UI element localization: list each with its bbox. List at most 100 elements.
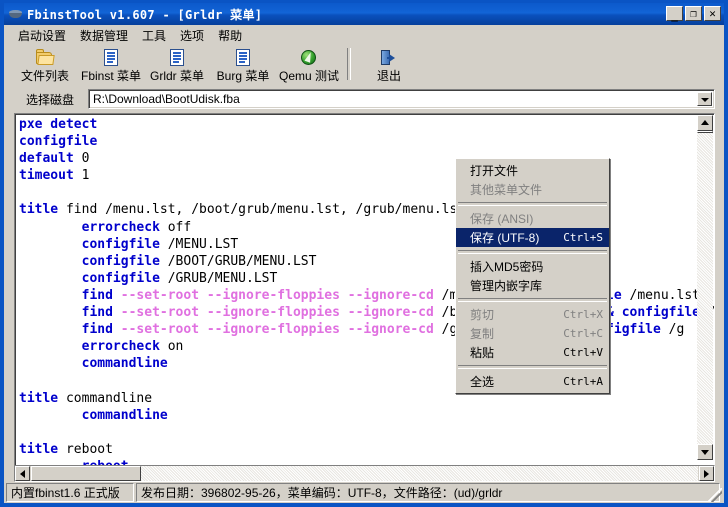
- toolbar-button-fbinst-menu[interactable]: Fbinst 菜单: [78, 46, 144, 84]
- editor-token: [19, 408, 82, 423]
- editor-vertical-scrollbar[interactable]: [697, 115, 713, 460]
- disk-select-row: 选择磁盘 R:\Download\BootUdisk.fba: [4, 86, 724, 112]
- vertical-scroll-thumb[interactable]: [697, 131, 713, 133]
- toolbar-label-exit: 退出: [376, 69, 401, 83]
- editor-token: [19, 237, 82, 252]
- toolbar-label-qemu-test: Qemu 测试: [278, 69, 339, 83]
- window-title: FbinstTool v1.607 - [Grldr 菜单]: [27, 7, 263, 22]
- editor-token: [19, 305, 82, 320]
- toolbar-button-file-list[interactable]: 文件列表: [12, 46, 78, 84]
- status-version-cell: 内置fbinst1.6 正式版: [6, 483, 134, 502]
- editor-token: commandline: [81, 407, 168, 423]
- editor-token: default: [19, 151, 74, 167]
- context-menu-item[interactable]: 打开文件: [456, 161, 609, 180]
- editor-token: timeout: [19, 168, 74, 184]
- toolbar-separator: [347, 48, 351, 80]
- menu-item-options[interactable]: 选项: [173, 25, 211, 46]
- editor-line: errorcheck off: [19, 219, 714, 236]
- maximize-icon: ❐: [690, 7, 697, 20]
- context-menu-separator: [458, 365, 607, 369]
- context-menu-item[interactable]: 粘贴 Ctrl+V: [456, 343, 609, 362]
- toolbar-button-exit[interactable]: 退出: [356, 46, 422, 84]
- editor-token: title: [19, 390, 59, 406]
- editor-token: find: [81, 287, 113, 303]
- editor-token: --set-root --ignore-floppies --ignore-cd: [112, 322, 442, 338]
- vertical-scroll-track[interactable]: [697, 131, 713, 444]
- editor-code-content[interactable]: pxe detect configfile default 0 timeout 1 t…: [19, 116, 714, 475]
- status-version-text: 内置fbinst1.6 正式版: [11, 486, 120, 500]
- editor-token: --set-root --ignore-floppies --ignore-cd: [112, 287, 442, 303]
- context-menu-item-label: 管理内嵌字库: [470, 279, 543, 293]
- maximize-button[interactable]: ❐: [685, 6, 702, 21]
- toolbar-label-file-list: 文件列表: [20, 69, 69, 83]
- editor-token: [614, 305, 622, 320]
- document-list-icon: [233, 48, 253, 68]
- toolbar-label-fbinst-menu: Fbinst 菜单: [80, 69, 141, 83]
- toolbar-button-grldr-menu[interactable]: Grldr 菜单: [144, 46, 210, 84]
- context-menu-separator: [458, 298, 607, 302]
- close-button[interactable]: ✕: [704, 6, 721, 21]
- disk-select-value: R:\Download\BootUdisk.fba: [93, 92, 240, 106]
- editor-line: find --set-root --ignore-floppies --igno…: [19, 287, 714, 304]
- status-bar: 内置fbinst1.6 正式版 发布日期：396802-95-26，菜单编码：U…: [4, 482, 724, 503]
- editor-token: 1: [73, 168, 90, 184]
- toolbar: 文件列表 Fbinst 菜单 Grldr 菜单 Burg 菜单 Qemu 测试: [4, 46, 724, 86]
- context-menu-item-label: 全选: [470, 375, 495, 389]
- context-menu-item-shortcut: Ctrl+V: [563, 346, 603, 359]
- editor-line: pxe detect: [19, 116, 714, 133]
- menu-item-data-management[interactable]: 数据管理: [73, 25, 135, 46]
- editor-token: /MENU.LST: [159, 236, 239, 252]
- context-menu-item-shortcut: Ctrl+A: [563, 375, 603, 388]
- editor-token: find /menu.lst, /boot/grub/menu.lst, /gr…: [58, 202, 466, 218]
- context-menu-item-label: 打开文件: [470, 164, 519, 178]
- scroll-right-button[interactable]: [699, 466, 714, 481]
- editor-token: [19, 356, 82, 371]
- toolbar-button-qemu-test[interactable]: Qemu 测试: [276, 46, 342, 84]
- title-bar[interactable]: FbinstTool v1.607 - [Grldr 菜单] _ ❐ ✕: [4, 3, 724, 25]
- context-menu-item[interactable]: 保存 (UTF-8) Ctrl+S: [456, 228, 609, 247]
- editor-token: commandline: [58, 390, 153, 406]
- editor-line: errorcheck on: [19, 338, 714, 355]
- chevron-down-icon[interactable]: [697, 92, 712, 106]
- editor-context-menu[interactable]: 打开文件 其他菜单文件 保存 (ANSI) 保存 (UTF-8) Ctrl+S 插入MD5…: [455, 158, 610, 394]
- toolbar-label-grldr-menu: Grldr 菜单: [149, 69, 204, 83]
- editor-token: 0: [73, 151, 90, 167]
- scroll-down-button[interactable]: [697, 444, 713, 460]
- minimize-button[interactable]: _: [666, 6, 683, 21]
- folder-icon: [35, 48, 55, 68]
- resize-grip-icon[interactable]: [708, 488, 722, 502]
- editor-line: configfile /MENU.LST: [19, 236, 714, 253]
- disk-icon: [8, 7, 24, 21]
- context-menu-item: 剪切 Ctrl+X: [456, 305, 609, 324]
- editor-line: title reboot: [19, 441, 714, 458]
- editor-line: commandline: [19, 355, 714, 372]
- context-menu-item: 其他菜单文件: [456, 180, 609, 199]
- window-controls: _ ❐ ✕: [666, 6, 721, 21]
- toolbar-button-burg-menu[interactable]: Burg 菜单: [210, 46, 276, 84]
- context-menu-item[interactable]: 全选 Ctrl+A: [456, 372, 609, 391]
- status-info-cell: 发布日期：396802-95-26，菜单编码：UTF-8，文件路径：(ud)/g…: [136, 483, 720, 502]
- editor-token: on: [159, 339, 184, 355]
- editor-token: find: [81, 305, 113, 321]
- disk-select-label: 选择磁盘: [26, 92, 75, 107]
- menu-item-startup-settings[interactable]: 启动设置: [11, 25, 73, 46]
- scroll-up-button[interactable]: [697, 115, 713, 131]
- context-menu-item[interactable]: 插入MD5密码: [456, 257, 609, 276]
- context-menu-item-label: 复制: [470, 327, 495, 341]
- menu-item-help[interactable]: 帮助: [211, 25, 249, 46]
- menu-item-tools[interactable]: 工具: [135, 25, 173, 46]
- disk-select-combobox[interactable]: R:\Download\BootUdisk.fba: [88, 89, 715, 109]
- qemu-icon: [299, 48, 319, 68]
- context-menu-item-label: 剪切: [470, 308, 495, 322]
- editor-horizontal-scrollbar[interactable]: [14, 465, 715, 482]
- context-menu-item[interactable]: 管理内嵌字库: [456, 276, 609, 295]
- scroll-left-button[interactable]: [15, 466, 30, 481]
- editor-token: /GRUB/MENU.LST: [159, 270, 278, 286]
- context-menu-separator: [458, 250, 607, 254]
- horizontal-scroll-thumb[interactable]: [31, 466, 141, 481]
- editor-token: --set-root --ignore-floppies --ignore-cd: [112, 305, 442, 321]
- editor-token: configfile: [81, 270, 160, 286]
